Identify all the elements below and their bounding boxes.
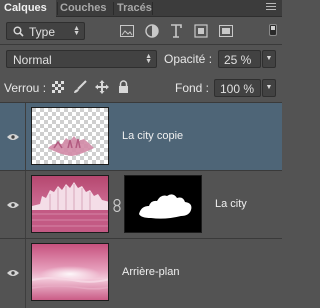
filter-shape-icon[interactable] <box>194 24 208 38</box>
opacity-value: 25 % <box>224 53 252 67</box>
visibility-eye-icon[interactable] <box>7 133 19 141</box>
fill-label: Fond : <box>175 81 210 95</box>
panel-tab-bar: Calques Couches Tracés <box>0 0 282 18</box>
layer-mask-thumbnail[interactable] <box>124 175 202 233</box>
filter-type-icon[interactable] <box>170 24 182 38</box>
lock-paint-icon[interactable] <box>73 80 87 94</box>
layer-row-la-city-copie[interactable]: La city copie <box>0 103 282 171</box>
opacity-chevron-down-icon[interactable]: ▼ <box>262 50 276 68</box>
layer-thumbnail[interactable] <box>31 107 109 165</box>
opacity-label: Opacité : <box>164 52 213 66</box>
chain-link-icon[interactable] <box>113 199 121 212</box>
filter-adjustment-icon[interactable] <box>145 24 159 38</box>
lock-transparency-icon[interactable] <box>52 81 64 93</box>
layer-name[interactable]: La city copie <box>122 130 183 142</box>
panel-menu-icon[interactable] <box>266 3 276 13</box>
visibility-column[interactable] <box>0 103 26 170</box>
lock-move-icon[interactable] <box>95 80 109 94</box>
opacity-input[interactable]: 25 % <box>218 50 261 68</box>
blend-mode-value: Normal <box>13 53 52 67</box>
tab-separator <box>57 2 58 15</box>
layer-name[interactable]: Arrière-plan <box>122 266 179 278</box>
layer-thumbnail[interactable] <box>31 175 109 233</box>
visibility-column[interactable] <box>0 239 26 308</box>
search-icon <box>13 26 24 37</box>
filter-image-icon[interactable] <box>120 25 134 37</box>
layer-thumbnail[interactable] <box>31 243 109 301</box>
fill-value: 100 % <box>220 82 255 96</box>
layer-row-la-city[interactable]: La city <box>0 171 282 239</box>
fill-input[interactable]: 100 % <box>214 79 261 97</box>
filter-type-dropdown[interactable]: Type ▲ ▼ <box>6 22 85 40</box>
updown-arrows-icon: ▲ ▼ <box>145 53 152 65</box>
layers-panel: Calques Couches Tracés Type ▲ ▼ Normal ▲… <box>0 0 282 308</box>
layer-name[interactable]: La city <box>215 198 247 210</box>
filter-toggle-switch[interactable] <box>269 24 277 36</box>
visibility-column[interactable] <box>0 171 26 238</box>
tab-traces[interactable]: Tracés <box>117 0 152 17</box>
layer-row-arriere-plan[interactable]: Arrière-plan <box>0 239 282 308</box>
lock-all-icon[interactable] <box>118 80 129 94</box>
filter-type-value: Type <box>29 25 56 39</box>
lock-label: Verrou : <box>4 81 47 95</box>
filter-smart-object-icon[interactable] <box>219 25 233 37</box>
tab-separator <box>152 2 153 15</box>
updown-arrows-icon: ▲ ▼ <box>73 25 80 37</box>
divider <box>0 44 282 45</box>
visibility-eye-icon[interactable] <box>7 201 19 209</box>
tab-couches[interactable]: Couches <box>60 0 106 17</box>
tab-separator <box>113 2 114 15</box>
fill-chevron-down-icon[interactable]: ▼ <box>262 79 276 97</box>
visibility-eye-icon[interactable] <box>7 269 19 277</box>
blend-mode-dropdown[interactable]: Normal ▲ ▼ <box>6 50 157 68</box>
tab-calques[interactable]: Calques <box>0 0 56 18</box>
